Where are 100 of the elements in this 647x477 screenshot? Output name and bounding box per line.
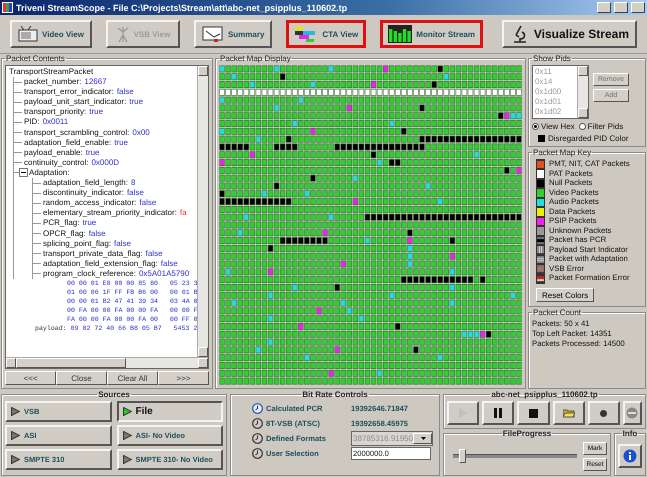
field-name: elementary_stream_priority_indicator:: [43, 208, 177, 218]
field-name: transport_priority:: [24, 107, 86, 118]
eject-button[interactable]: [622, 401, 642, 425]
color-swatch[interactable]: [537, 170, 544, 178]
expand-icon[interactable]: [19, 168, 28, 178]
color-swatch[interactable]: [537, 198, 544, 206]
toolbar-button[interactable]: Monitor Stream: [380, 20, 483, 48]
field-name: payload_unit_start_indicator:: [24, 97, 126, 108]
list-item[interactable]: 0x1d01: [535, 97, 575, 107]
field-value: false: [88, 228, 106, 239]
field-name: transport_error_indicator:: [24, 87, 114, 98]
color-swatch[interactable]: [537, 189, 544, 197]
field-value: true: [89, 107, 104, 118]
field-name: adaptation_field_extension_flag:: [43, 258, 158, 269]
field-value: true: [82, 218, 96, 228]
radio-label: View Hex: [541, 122, 575, 131]
reset-colors-button[interactable]: Reset Colors: [536, 288, 594, 302]
tree-root-label[interactable]: TransportStreamPacket: [9, 67, 194, 78]
pause-button[interactable]: [482, 401, 514, 425]
field-value: fa: [180, 208, 187, 218]
vertical-scrollbar[interactable]: [197, 66, 208, 357]
field-name: adaptation_field_enable:: [24, 138, 112, 148]
app-icon: [2, 2, 13, 13]
panel-button[interactable]: >>>: [158, 371, 209, 385]
toolbar-button[interactable]: Visualize Stream: [502, 20, 637, 48]
tv-icon: [18, 26, 38, 42]
arrow-icon: [11, 455, 20, 464]
field-name: transport_private_data_flag:: [43, 248, 143, 259]
panel-title: Packet Count: [532, 308, 582, 318]
field-name: splicing_point_flag:: [43, 238, 112, 249]
panel-button[interactable]: Clear All: [107, 371, 158, 385]
field-name: PCR_flag:: [43, 218, 80, 228]
disc-icon: [626, 407, 638, 419]
color-swatch[interactable]: [537, 227, 544, 235]
color-swatch[interactable]: [537, 208, 544, 216]
arrow-icon: [122, 431, 132, 440]
field-name: payload_enable:: [24, 148, 83, 158]
close-button[interactable]: [631, 2, 645, 13]
field-value: 0x00: [132, 128, 150, 138]
field-value: 8: [130, 178, 136, 188]
panel-title: Sources: [97, 390, 131, 399]
info-button[interactable]: [618, 444, 642, 468]
field-value: 0x0011: [42, 117, 68, 128]
field-value: false: [160, 258, 178, 269]
field-value: false: [146, 248, 163, 259]
caret-icon: [420, 437, 426, 440]
field-value: 0x5A01A5790: [138, 268, 190, 279]
field-name: random_access_indicator:: [43, 198, 136, 208]
clock-icon[interactable]: [252, 418, 263, 429]
level-meter-icon: [388, 25, 412, 43]
window-title: Triveni StreamScope - File C:\Projects\Stream\att\abc-net_psipplus_110602.tp: [16, 2, 348, 12]
field-value: true: [114, 138, 128, 148]
pause-icon: [494, 408, 502, 418]
panel-title: Bit Rate Controls: [301, 390, 369, 399]
toolbar-button[interactable]: Summary: [194, 20, 272, 48]
color-swatch[interactable]: [537, 218, 544, 226]
field-name: PID:: [24, 117, 40, 128]
stop-icon: [528, 408, 538, 418]
arrow-icon: [122, 455, 132, 464]
minimize-button[interactable]: [597, 2, 611, 13]
field-value: true: [86, 148, 100, 158]
horizontal-scrollbar[interactable]: [6, 357, 208, 368]
clock-icon[interactable]: [252, 403, 263, 414]
open-button[interactable]: [552, 401, 585, 425]
panel-title: Packet Map Key: [532, 148, 592, 157]
field-value: 12667: [84, 77, 107, 88]
folder-icon: [562, 408, 575, 418]
source-button[interactable]: File: [116, 401, 223, 422]
pid-list[interactable]: 0x11 0x14 0x1d00 0x1d01 0x1d02: [532, 65, 589, 119]
tree-node-label[interactable]: Adaptation:: [29, 168, 70, 178]
slider-thumb[interactable]: [459, 449, 466, 463]
arrow-icon: [11, 431, 20, 440]
document-icon: [202, 26, 224, 42]
field-value: true: [129, 97, 144, 108]
stop-button[interactable]: [517, 401, 550, 425]
radio-button[interactable]: [532, 123, 539, 130]
field-name: program_clock_reference:: [43, 268, 136, 279]
toolbar-button[interactable]: Video View: [10, 20, 92, 48]
antenna-icon: [116, 25, 130, 43]
panel-title: FileProgress: [502, 429, 552, 438]
field-value: false: [114, 238, 131, 249]
field-name: discontinuity_indicator:: [43, 188, 124, 198]
info-icon: [623, 449, 637, 463]
field-name: packet_number:: [24, 77, 82, 88]
radio-button[interactable]: [578, 123, 586, 130]
color-swatch[interactable]: [537, 161, 544, 168]
color-swatch[interactable]: [537, 180, 544, 188]
panel-title: Packet Map Display: [219, 54, 292, 63]
arrow-icon: [11, 407, 20, 416]
toolbar-button[interactable]: CTA View: [286, 20, 366, 48]
clock-icon[interactable]: [252, 448, 263, 459]
record-button[interactable]: [588, 401, 620, 425]
field-value: false: [126, 188, 144, 198]
color-swatch[interactable]: [538, 135, 545, 142]
maximize-button[interactable]: [614, 2, 628, 13]
panel-title: Packet Contents: [5, 54, 66, 63]
panel-button[interactable]: <<<: [5, 371, 56, 385]
panel-button[interactable]: Close: [56, 371, 107, 385]
field-value: false: [116, 87, 134, 98]
field-value: false: [139, 198, 156, 208]
